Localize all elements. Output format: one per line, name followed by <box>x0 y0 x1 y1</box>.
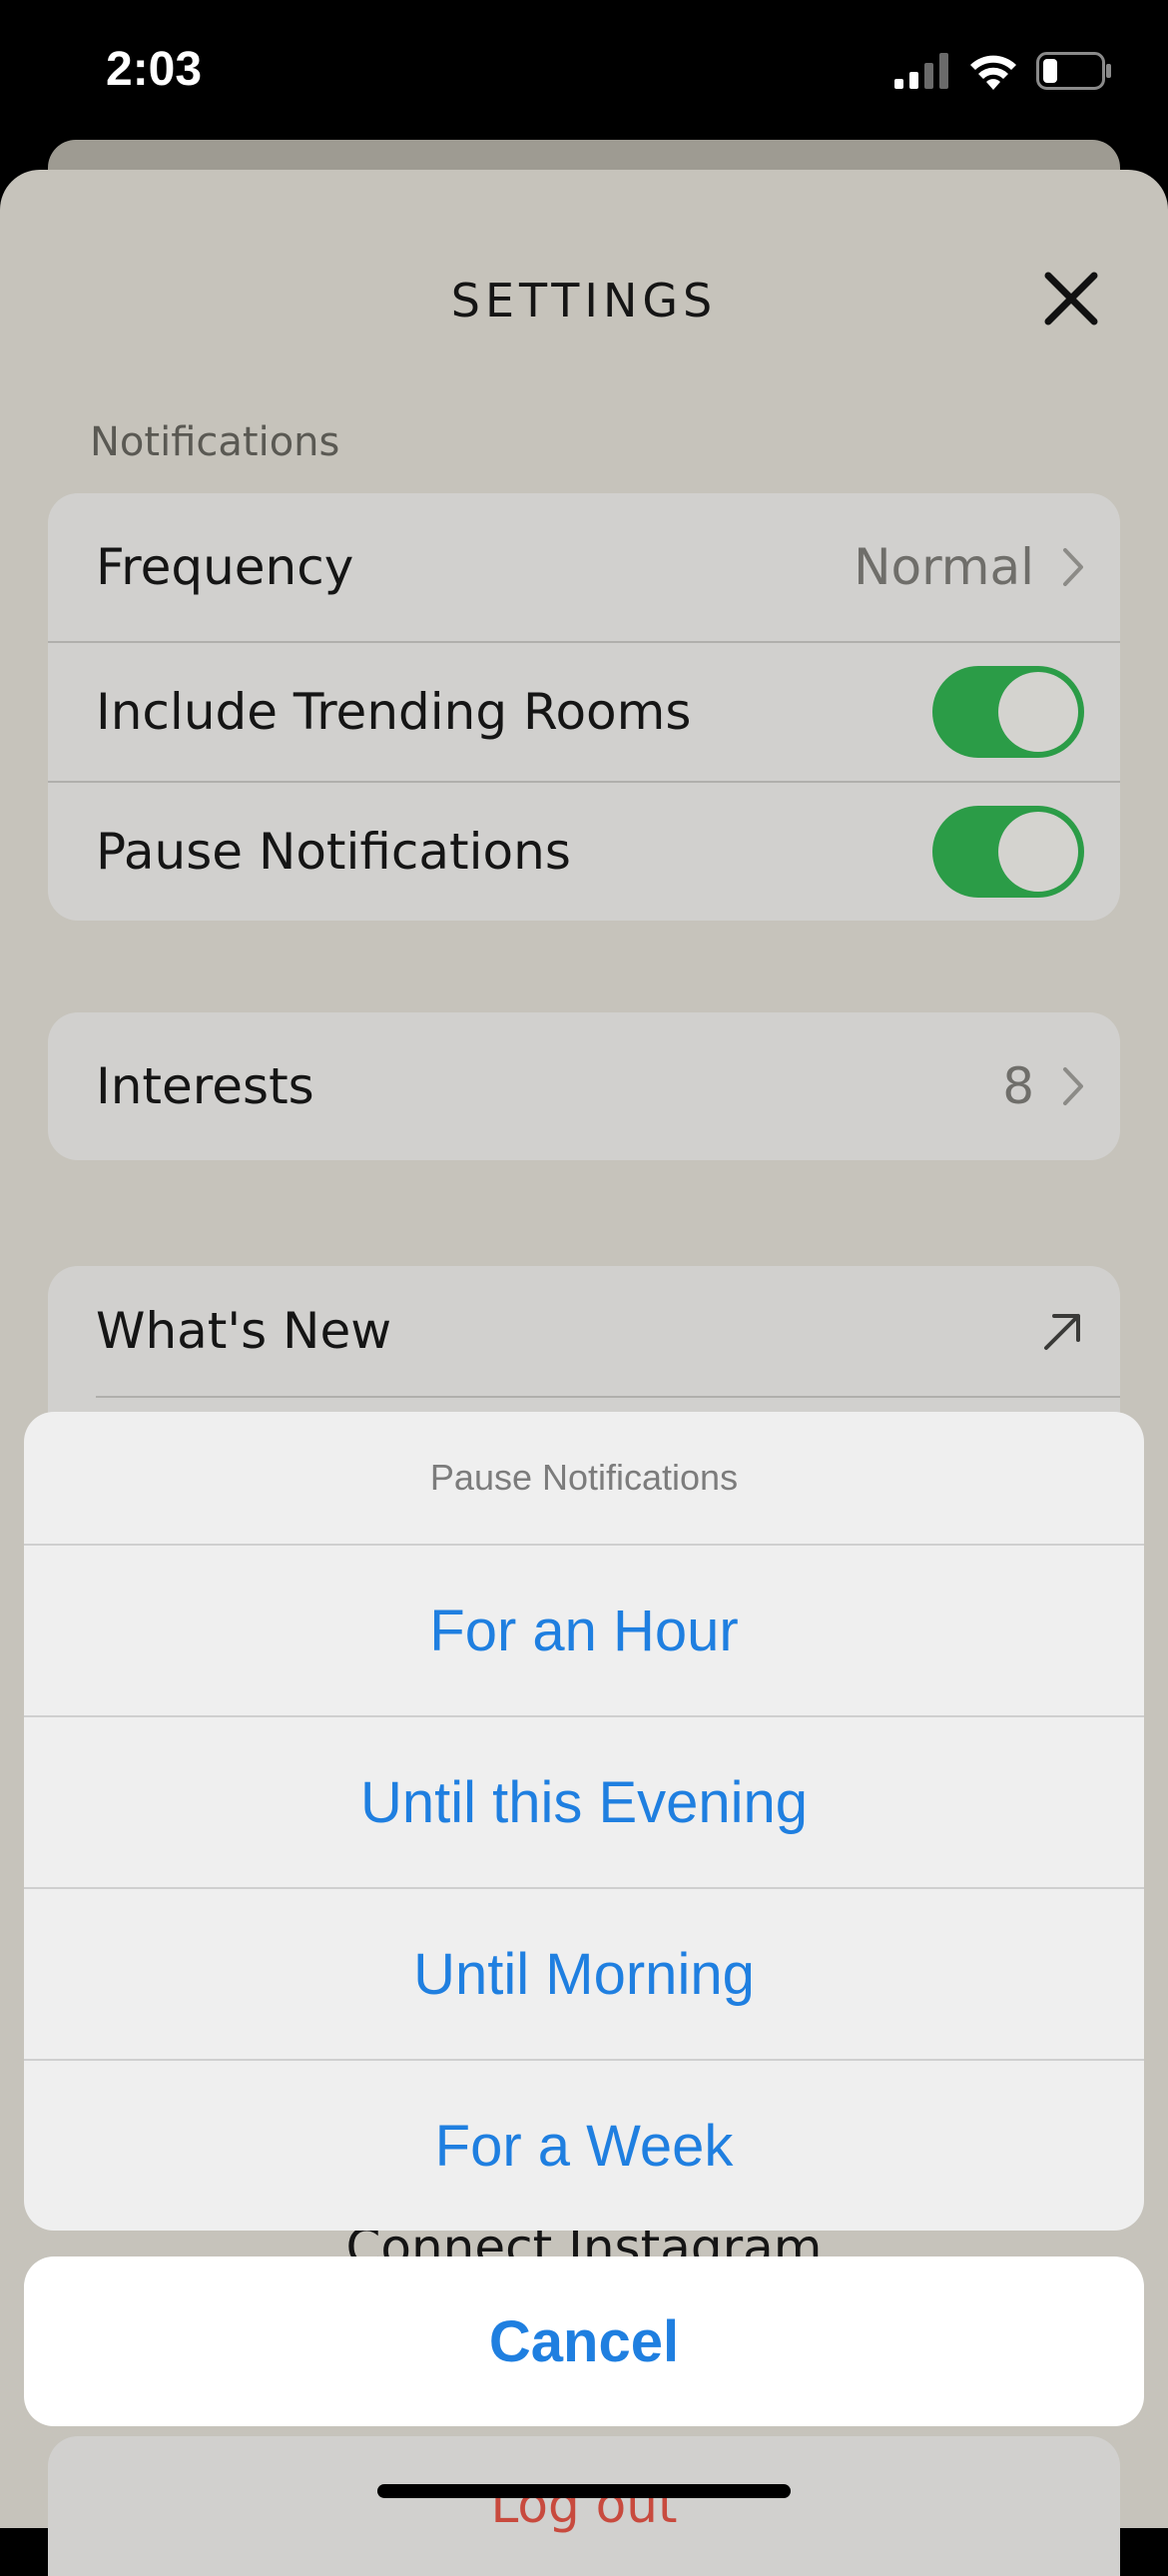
page-title: SETTINGS <box>450 274 718 327</box>
notifications-section-label: Notifications <box>90 419 340 465</box>
interests-count: 8 <box>1002 1057 1034 1115</box>
cancel-button[interactable]: Cancel <box>24 2256 1144 2426</box>
action-sheet-title: Pause Notifications <box>429 1457 739 1498</box>
pause-notifications-toggle[interactable] <box>932 806 1084 898</box>
trending-rooms-label: Include Trending Rooms <box>96 683 692 741</box>
frequency-value: Normal <box>854 538 1034 596</box>
signal-icon <box>894 53 948 89</box>
row-divider <box>96 1396 1120 1398</box>
option-until-morning[interactable]: Until Morning <box>24 1887 1144 2059</box>
status-time: 2:03 <box>106 43 203 96</box>
status-icons <box>894 52 1112 90</box>
trending-rooms-row: Include Trending Rooms <box>48 641 1120 781</box>
option-for-a-week[interactable]: For a Week <box>24 2059 1144 2231</box>
toggle-knob <box>998 812 1078 892</box>
pause-notifications-row: Pause Notifications <box>48 781 1120 921</box>
wifi-icon <box>970 55 1016 90</box>
notifications-group: Frequency Normal Include Trending Rooms … <box>48 493 1120 921</box>
frequency-row[interactable]: Frequency Normal <box>48 493 1120 641</box>
interests-label: Interests <box>96 1057 314 1115</box>
trending-rooms-toggle[interactable] <box>932 666 1084 758</box>
frequency-label: Frequency <box>96 538 354 596</box>
interests-row[interactable]: Interests 8 <box>48 1012 1120 1160</box>
status-bar: 2:03 <box>0 0 1168 150</box>
whats-new-label: What's New <box>96 1302 392 1360</box>
interests-group: Interests 8 <box>48 1012 1120 1160</box>
chevron-right-icon <box>1063 548 1083 586</box>
battery-icon <box>1036 52 1111 90</box>
whats-new-row[interactable]: What's New <box>48 1266 1120 1396</box>
close-icon[interactable] <box>1040 268 1102 329</box>
option-for-an-hour[interactable]: For an Hour <box>24 1544 1144 1715</box>
home-indicator <box>377 2484 791 2498</box>
pause-notifications-label: Pause Notifications <box>96 823 571 881</box>
toggle-knob <box>998 672 1078 752</box>
pause-notifications-action-sheet: Pause Notifications For an Hour Until th… <box>24 1412 1144 2231</box>
arrow-up-right-icon <box>1044 1314 1080 1350</box>
option-until-this-evening[interactable]: Until this Evening <box>24 1715 1144 1887</box>
chevron-right-icon <box>1063 1067 1083 1105</box>
